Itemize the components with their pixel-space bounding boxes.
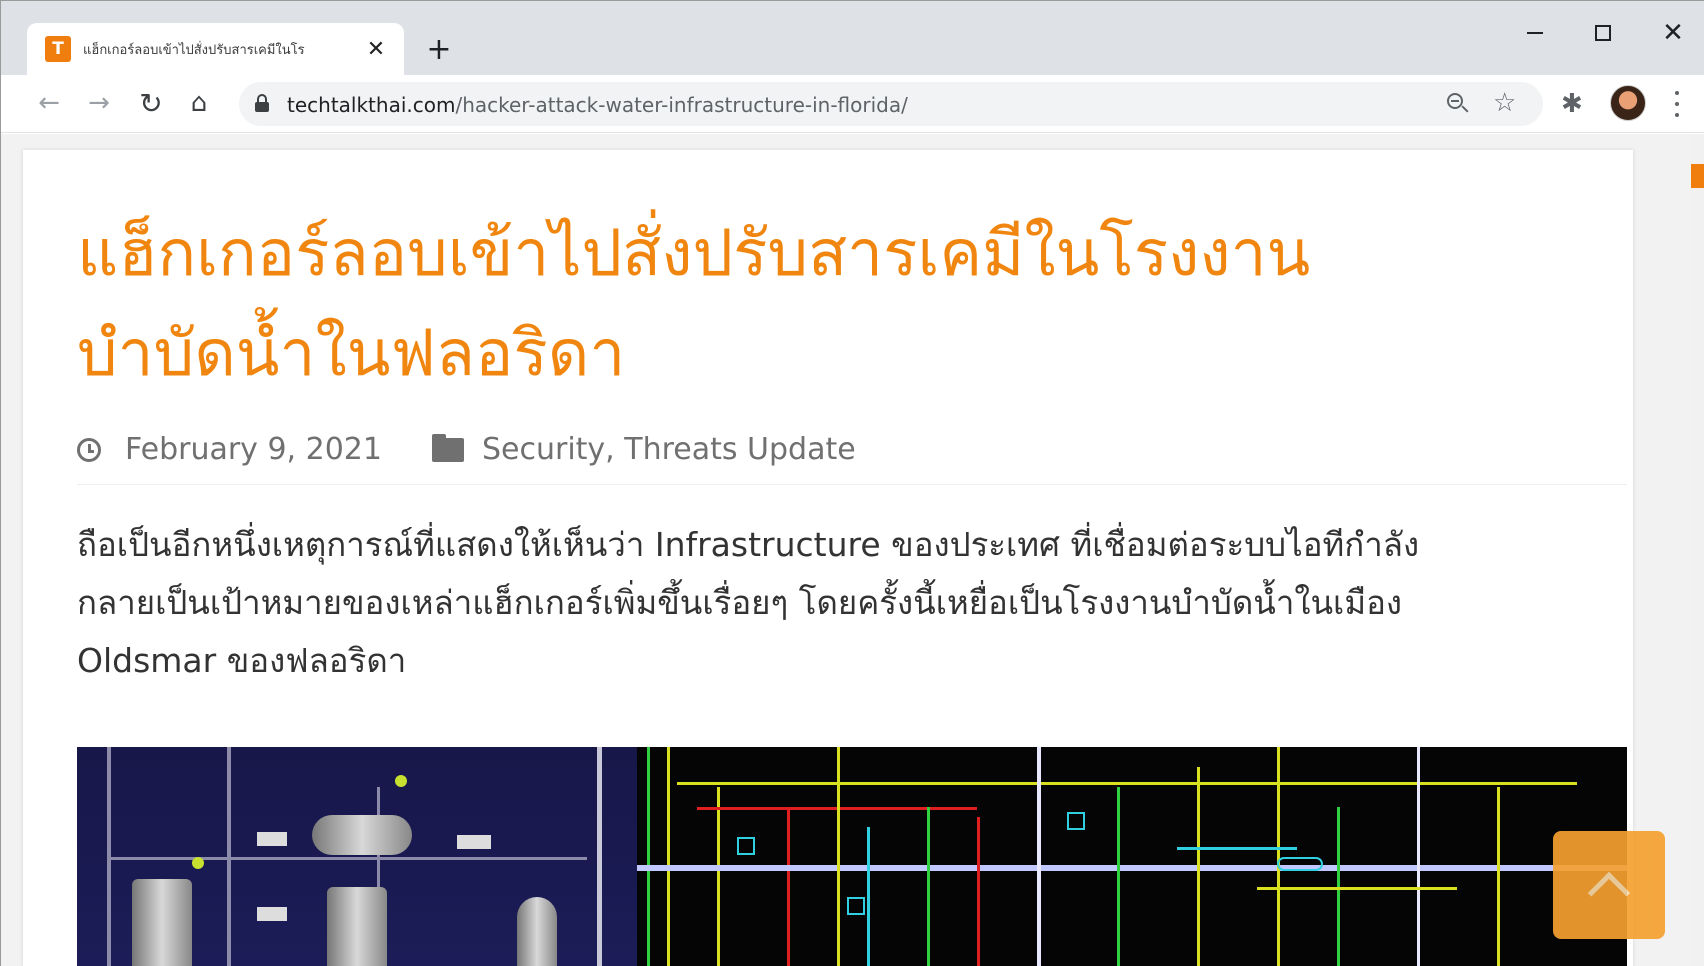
- chevron-up-icon: [1587, 871, 1631, 915]
- excerpt-line: ถือเป็นอีกหนึ่งเหตุการณ์ที่แสดงให้เห็นว่…: [77, 525, 1420, 564]
- excerpt-line: Oldsmar ของฟลอริดา: [77, 641, 407, 680]
- window-minimize-button[interactable]: [1507, 11, 1563, 55]
- browser-toolbar: ← → ↻ ⌂ techtalkthai.com/hacker-attack-w…: [1, 75, 1704, 133]
- article-meta: February 9, 2021 Security, Threats Updat…: [77, 429, 1627, 485]
- avatar[interactable]: [1610, 85, 1646, 121]
- article-title-line1: แฮ็กเกอร์ลอบเข้าไปสั่งปรับสารเคมีในโรงงา…: [77, 217, 1311, 291]
- back-to-top-button[interactable]: [1553, 831, 1665, 939]
- tab-strip: T แฮ็กเกอร์ลอบเข้าไปสั่งปรับสารเคมีในโร …: [1, 1, 1704, 75]
- zoom-icon[interactable]: [1445, 91, 1471, 117]
- tab-title: แฮ็กเกอร์ลอบเข้าไปสั่งปรับสารเคมีในโร: [83, 42, 305, 58]
- puzzle-extension-icon[interactable]: ✱: [1561, 89, 1583, 119]
- article-title[interactable]: แฮ็กเกอร์ลอบเข้าไปสั่งปรับสารเคมีในโรงงา…: [77, 204, 1577, 404]
- post-date[interactable]: February 9, 2021: [125, 432, 382, 467]
- scada-panel-right: [637, 747, 1627, 966]
- home-icon[interactable]: ⌂: [179, 83, 219, 123]
- folder-icon: [431, 433, 464, 462]
- article-title-line2: บำบัดน้ำในฟลอริดา: [77, 317, 626, 391]
- tab-close-icon[interactable]: ✕: [362, 35, 390, 63]
- forward-arrow-icon[interactable]: →: [79, 83, 119, 123]
- url-text[interactable]: techtalkthai.com/hacker-attack-water-inf…: [287, 93, 908, 117]
- close-icon: ✕: [1662, 18, 1684, 48]
- kebab-menu-icon[interactable]: [1665, 87, 1689, 121]
- page-scrollbar[interactable]: [1691, 134, 1704, 966]
- article-card: แฮ็กเกอร์ลอบเข้าไปสั่งปรับสารเคมีในโรงงา…: [23, 150, 1633, 966]
- scrollbar-thumb[interactable]: [1691, 164, 1704, 188]
- maximize-icon: [1595, 25, 1611, 41]
- scada-panel-left: [77, 747, 637, 966]
- excerpt-line: กลายเป็นเป้าหมายของเหล่าแฮ็กเกอร์เพิ่มขึ…: [77, 583, 1403, 622]
- back-arrow-icon[interactable]: ←: [29, 83, 69, 123]
- window-maximize-button[interactable]: [1575, 11, 1631, 55]
- url-path: /hacker-attack-water-infrastructure-in-f…: [455, 93, 908, 117]
- page-viewport: แฮ็กเกอร์ลอบเข้าไปสั่งปรับสารเคมีในโรงงา…: [1, 134, 1704, 966]
- site-favicon-icon: T: [45, 36, 71, 62]
- post-categories[interactable]: Security, Threats Update: [482, 432, 856, 467]
- browser-tab-active[interactable]: T แฮ็กเกอร์ลอบเข้าไปสั่งปรับสารเคมีในโร …: [27, 23, 404, 75]
- window-close-button[interactable]: ✕: [1645, 11, 1701, 55]
- new-tab-button[interactable]: +: [421, 31, 457, 67]
- minimize-icon: [1527, 32, 1543, 34]
- browser-window: T แฮ็กเกอร์ลอบเข้าไปสั่งปรับสารเคมีในโร …: [0, 0, 1704, 966]
- reload-icon[interactable]: ↻: [131, 83, 171, 123]
- featured-image[interactable]: [77, 747, 1627, 966]
- address-bar[interactable]: techtalkthai.com/hacker-attack-water-inf…: [239, 82, 1543, 126]
- lock-icon[interactable]: [255, 94, 269, 112]
- url-host: techtalkthai.com: [287, 93, 456, 117]
- article-excerpt: ถือเป็นอีกหนึ่งเหตุการณ์ที่แสดงให้เห็นว่…: [77, 516, 1627, 690]
- clock-icon: [77, 437, 101, 462]
- star-icon[interactable]: ☆: [1493, 88, 1516, 118]
